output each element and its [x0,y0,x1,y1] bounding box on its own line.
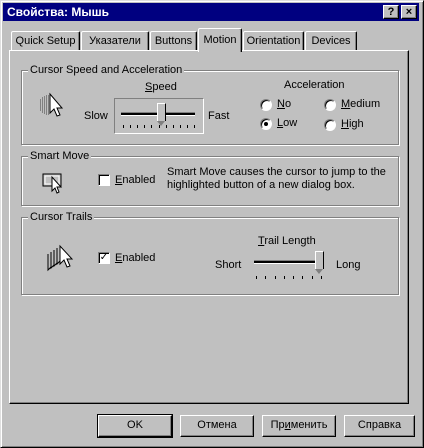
accel-low-radio[interactable] [260,118,272,130]
smart-move-enabled-label[interactable]: Enabled [115,174,155,186]
trail-slider-frame [250,248,328,284]
tab-buttons[interactable]: Buttons [150,31,197,50]
cursor-speed-icon [40,92,64,117]
accel-medium-radio[interactable] [324,99,336,111]
slider-tick [302,276,303,279]
slider-tick [187,125,188,128]
help-title-button[interactable]: ? [383,5,399,19]
slider-tick [166,125,167,128]
cursor-trails-legend: Cursor Trails [28,211,95,223]
slider-tick [144,125,145,128]
slider-tick [123,125,124,128]
tab-quick-setup[interactable]: Quick Setup [11,31,80,50]
slider-tick [137,125,138,128]
slider-tick [265,276,266,279]
slider-tick [151,125,152,128]
slider-tick [293,276,294,279]
speed-label: Speed [145,81,177,93]
slider-tick [130,125,131,128]
tab-devices[interactable]: Devices [305,31,357,50]
cancel-button[interactable]: Отмена [180,415,254,437]
close-button[interactable]: × [401,5,417,19]
speed-group-legend: Cursor Speed and Acceleration [28,64,185,76]
accel-no-label[interactable]: No [277,98,291,110]
acceleration-label: Acceleration [284,79,345,91]
trail-slider-track[interactable] [254,260,324,264]
slider-tick [312,276,313,279]
slider-tick [275,276,276,279]
fast-label: Fast [208,110,230,122]
short-label: Short [215,259,242,271]
slider-tick [321,276,322,279]
tab-pointers[interactable]: Указатели [81,31,149,50]
slider-tick [256,276,257,279]
tab-motion[interactable]: Motion [198,28,242,52]
slider-tick [173,125,174,128]
smart-move-description-2: highlighted button of a new dialog box. [167,179,355,191]
accel-low-label[interactable]: Low [277,117,297,129]
slider-tick [159,125,160,128]
speed-acceleration-group: Cursor Speed and Acceleration Speed Slow… [21,64,399,145]
slider-tick [284,276,285,279]
apply-button[interactable]: Применить [262,415,336,437]
cursor-trails-checkbox[interactable]: ✓ [98,252,110,264]
slider-tick [194,125,195,128]
slow-label: Slow [84,110,108,122]
smart-move-legend: Smart Move [28,150,92,162]
trail-length-label: Trail Length [258,235,316,247]
speed-slider-thumb[interactable] [156,103,166,126]
help-button[interactable]: Справка [344,415,415,437]
speed-slider-frame [114,98,204,134]
long-label: Long [336,259,361,271]
accel-high-label[interactable]: High [341,118,364,130]
accel-high-radio[interactable] [324,119,336,131]
cursor-trails-icon [47,244,74,272]
title-bar[interactable]: Свойства: Мышь ? × [3,3,419,21]
accel-medium-label[interactable]: Medium [341,98,380,110]
cursor-trails-enabled-label[interactable]: Enabled [115,252,155,264]
slider-tick [180,125,181,128]
smart-move-group: Smart Move Enabled Smart Move causes the… [21,150,399,206]
smart-move-icon [42,173,63,194]
tab-orientation[interactable]: Orientation [243,31,304,50]
tab-panel-motion: Cursor Speed and Acceleration Speed Slow… [9,50,409,404]
trail-slider-ticks [256,276,322,280]
window-title: Свойства: Мышь [7,5,109,19]
accel-no-radio[interactable] [260,99,272,111]
smart-move-description-1: Smart Move causes the cursor to jump to … [167,166,386,178]
ok-button[interactable]: OK [97,414,173,438]
cursor-trails-group: Cursor Trails ✓ Enabled Trail Length Sho… [21,211,399,295]
smart-move-checkbox[interactable] [98,174,110,186]
trail-slider-thumb[interactable] [315,251,324,274]
speed-slider-ticks [123,125,195,129]
